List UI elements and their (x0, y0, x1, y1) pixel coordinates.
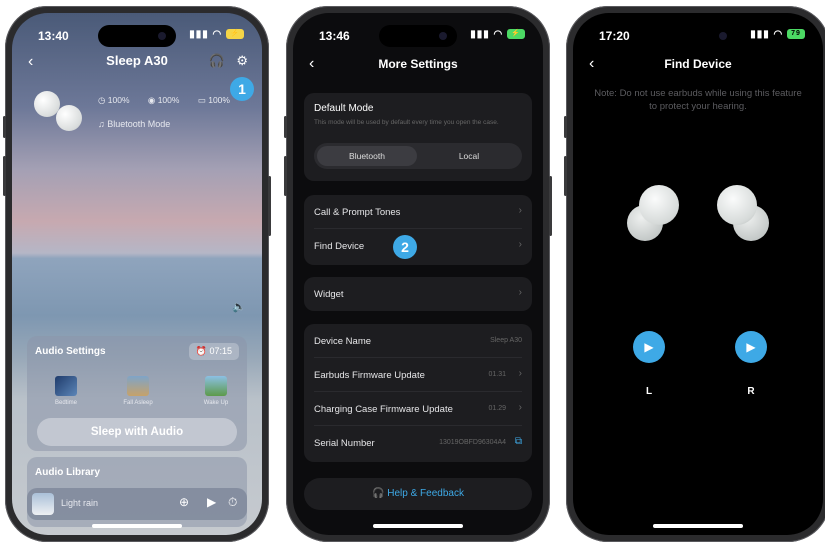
settings-row-earbuds-fw[interactable]: Earbuds Firmware Update 01.31 › (314, 358, 522, 392)
status-time: 13:46 (319, 29, 350, 43)
chevron-right-icon: › (518, 368, 522, 379)
page-title: More Settings (378, 57, 458, 71)
fall-asleep-label: Fall Asleep (123, 400, 153, 406)
now-playing-title: Light rain (61, 498, 99, 508)
battery-left: ◷ 100% (98, 95, 130, 105)
case-fw-value: 01.29 (488, 405, 506, 412)
mode-option-bluetooth[interactable]: Bluetooth (317, 146, 417, 166)
status-icons: ▮▮▮ ◠ 79 (750, 29, 805, 40)
phone-frame-2: 13:46 ▮▮▮ ◠ ⚡ ‹ More Settings Default Mo… (284, 6, 552, 542)
speaker-icon[interactable]: 🔈 (232, 300, 246, 313)
settings-row-find-device[interactable]: Find Device › (314, 229, 522, 263)
help-headset-icon: 🎧 (372, 488, 385, 499)
status-time: 17:20 (599, 29, 630, 43)
sleep-with-audio-button[interactable]: Sleep with Audio (37, 418, 237, 446)
mode-segmented-control: Bluetooth Local (314, 143, 522, 169)
right-label: R (747, 386, 755, 397)
settings-row-widget[interactable]: Widget › (314, 277, 522, 311)
help-feedback-button[interactable]: 🎧 Help & Feedback (304, 478, 532, 510)
step-badge-1: 1 (230, 77, 254, 101)
left-earbud-image (625, 183, 683, 245)
battery-row: ◷ 100% ◉ 100% ▭ 100% (98, 95, 246, 106)
chevron-right-icon: › (518, 402, 522, 413)
status-icons: ▮▮▮ ◠ ⚡ (189, 29, 244, 40)
home-indicator (92, 524, 182, 528)
audio-settings-title: Audio Settings (35, 346, 106, 357)
settings-group-2: Widget › (304, 277, 532, 311)
mode-option-local[interactable]: Local (419, 146, 519, 166)
now-playing-thumb (32, 493, 54, 515)
home-indicator (653, 524, 743, 528)
safety-note: Note: Do not use earbuds while using thi… (594, 88, 802, 112)
gear-icon[interactable]: ⚙ (236, 53, 248, 68)
status-icons: ▮▮▮ ◠ ⚡ (470, 29, 525, 40)
default-mode-title: Default Mode (314, 103, 374, 114)
mode-indicator: ♫ Bluetooth Mode (98, 119, 171, 129)
music-note-icon: ♫ (98, 119, 105, 129)
bedtime-thumb[interactable] (55, 376, 77, 396)
default-mode-desc: This mode will be used by default every … (314, 119, 499, 126)
chevron-right-icon: › (518, 239, 522, 250)
right-earbud-image (713, 183, 771, 245)
download-icon[interactable]: ⊕ (179, 495, 189, 509)
settings-row-case-fw[interactable]: Charging Case Firmware Update 01.29 › (314, 392, 522, 426)
wake-up-thumb[interactable] (205, 376, 227, 396)
left-label: L (645, 386, 653, 397)
chevron-right-icon: › (518, 287, 522, 298)
wake-up-label: Wake Up (203, 400, 229, 406)
settings-row-serial[interactable]: Serial Number 13019OBFD96304A4 ⧉ (314, 426, 522, 460)
timer-icon[interactable]: ⏱ (228, 495, 237, 510)
status-time: 13:40 (38, 29, 69, 43)
timer-chip[interactable]: ⏰ 07:15 (188, 343, 239, 360)
phone-frame-1: 13:40 ▮▮▮ ◠ ⚡ ‹ Sleep A30 🎧 ⚙ 1 ◷ 100% ◉… (3, 6, 271, 542)
headphones-icon[interactable]: 🎧 (209, 53, 225, 68)
sleep-home-screen: 13:40 ▮▮▮ ◠ ⚡ ‹ Sleep A30 🎧 ⚙ 1 ◷ 100% ◉… (12, 13, 262, 535)
settings-group-3: Device Name Sleep A30 Earbuds Firmware U… (304, 324, 532, 462)
phone-frame-3: 17:20 ▮▮▮ ◠ 79 ‹ Find Device Note: Do no… (564, 6, 825, 542)
earbuds-fw-value: 01.31 (488, 371, 506, 378)
audio-settings-panel: Audio Settings ⏰ 07:15 Bedtime Fall Asle… (27, 336, 247, 451)
chevron-right-icon: › (518, 205, 522, 216)
audio-library-title: Audio Library (35, 467, 101, 478)
now-playing-bar[interactable]: Light rain ⊕ ▶ ⏱ (27, 488, 247, 520)
page-title: Find Device (664, 57, 732, 71)
home-indicator (373, 524, 463, 528)
play-icon[interactable]: ▶ (207, 495, 216, 509)
play-left-button[interactable]: ▶ (633, 331, 665, 363)
more-settings-screen: 13:46 ▮▮▮ ◠ ⚡ ‹ More Settings Default Mo… (293, 13, 543, 535)
settings-row-call-prompt[interactable]: Call & Prompt Tones › (314, 195, 522, 229)
device-name-value: Sleep A30 (490, 337, 522, 344)
copy-icon[interactable]: ⧉ (515, 436, 522, 447)
bedtime-label: Bedtime (54, 400, 77, 406)
earbuds-image (30, 87, 94, 135)
step-badge-2: 2 (393, 235, 417, 259)
settings-group-1: Call & Prompt Tones › Find Device › (304, 195, 532, 265)
play-right-button[interactable]: ▶ (735, 331, 767, 363)
fall-asleep-thumb[interactable] (127, 376, 149, 396)
battery-right: ◉ 100% (147, 95, 180, 105)
serial-value: 13019OBFD96304A4 (439, 439, 506, 446)
default-mode-card: Default Mode This mode will be used by d… (304, 93, 532, 181)
find-device-screen: 17:20 ▮▮▮ ◠ 79 ‹ Find Device Note: Do no… (573, 13, 823, 535)
settings-row-device-name[interactable]: Device Name Sleep A30 (314, 324, 522, 358)
